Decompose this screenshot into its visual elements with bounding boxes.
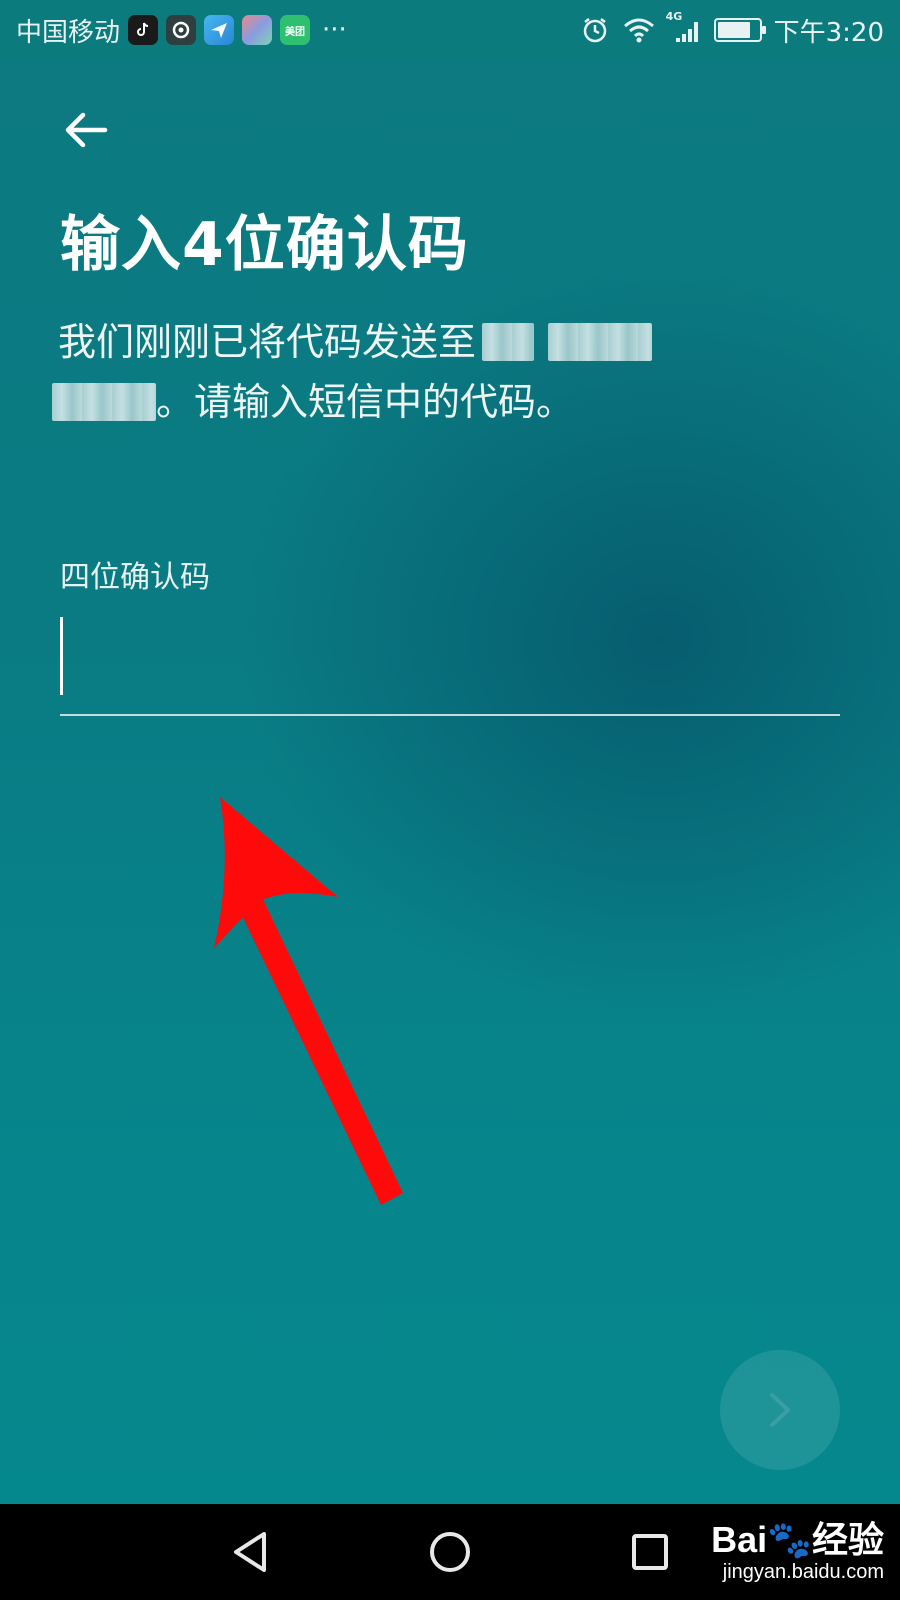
next-button[interactable] [720,1350,840,1470]
text-cursor [60,617,63,695]
meituan-app-icon: 美团 [280,15,311,45]
description-text-part2: 。请输入短信中的代码。 [156,380,575,424]
wifi-icon [622,16,656,44]
status-time: 下午3:20 [773,17,884,48]
description-text-part1: 我们刚刚已将代码发送至 [58,320,477,364]
triangle-back-icon [234,1532,266,1572]
nav-home-button[interactable] [410,1512,490,1592]
status-right: 4G 下午3:20 [580,10,884,49]
page-description: 我们刚刚已将代码发送至 。请输入短信中的代码。 [52,312,818,432]
circle-app-icon [166,15,197,45]
battery-level [717,22,750,38]
network-type-badge: 4G [665,10,683,23]
battery-icon [713,18,766,42]
blurred-phone-number [482,323,535,361]
baidu-jingyan-watermark: Bai🐾经验 jingyan.baidu.com [711,1504,884,1600]
cellular-signal-icon: 4G [666,10,702,44]
circle-home-icon [430,1532,470,1572]
tiktok-app-icon [128,15,159,45]
meituan-icon-label: 美团 [285,26,306,38]
nav-back-button[interactable] [210,1512,290,1592]
watermark-url: jingyan.baidu.com [722,1561,884,1583]
back-button[interactable] [56,100,116,160]
confirmation-code-input[interactable] [60,600,840,696]
status-bar: 中国移动 美团 ··· 4G 下午3:20 [0,0,900,60]
input-underline [60,714,840,716]
chevron-right-icon [770,1393,790,1427]
carrier-name: 中国移动 [16,17,121,48]
alarm-icon [580,15,610,45]
arrow-left-icon [65,112,108,148]
paper-plane-app-icon [204,15,235,45]
code-field-label: 四位确认码 [60,560,210,595]
arrow-head [214,797,338,948]
arrow-shaft [236,891,403,1205]
watermark-logo: Bai🐾经验 [711,1519,884,1560]
blurred-phone-number [52,383,156,421]
nav-recents-button[interactable] [610,1512,690,1592]
verification-screen: 中国移动 美团 ··· 4G 下午3:20 输入4位确认码 我们刚刚已将代码发送… [0,0,900,1600]
status-left: 中国移动 美团 ··· [16,12,347,49]
blurred-phone-number [548,323,653,361]
page-title: 输入4位确认码 [60,210,469,280]
square-recents-icon [632,1534,668,1570]
cube-app-icon [242,15,273,45]
more-notifications-icon: ··· [322,15,347,45]
